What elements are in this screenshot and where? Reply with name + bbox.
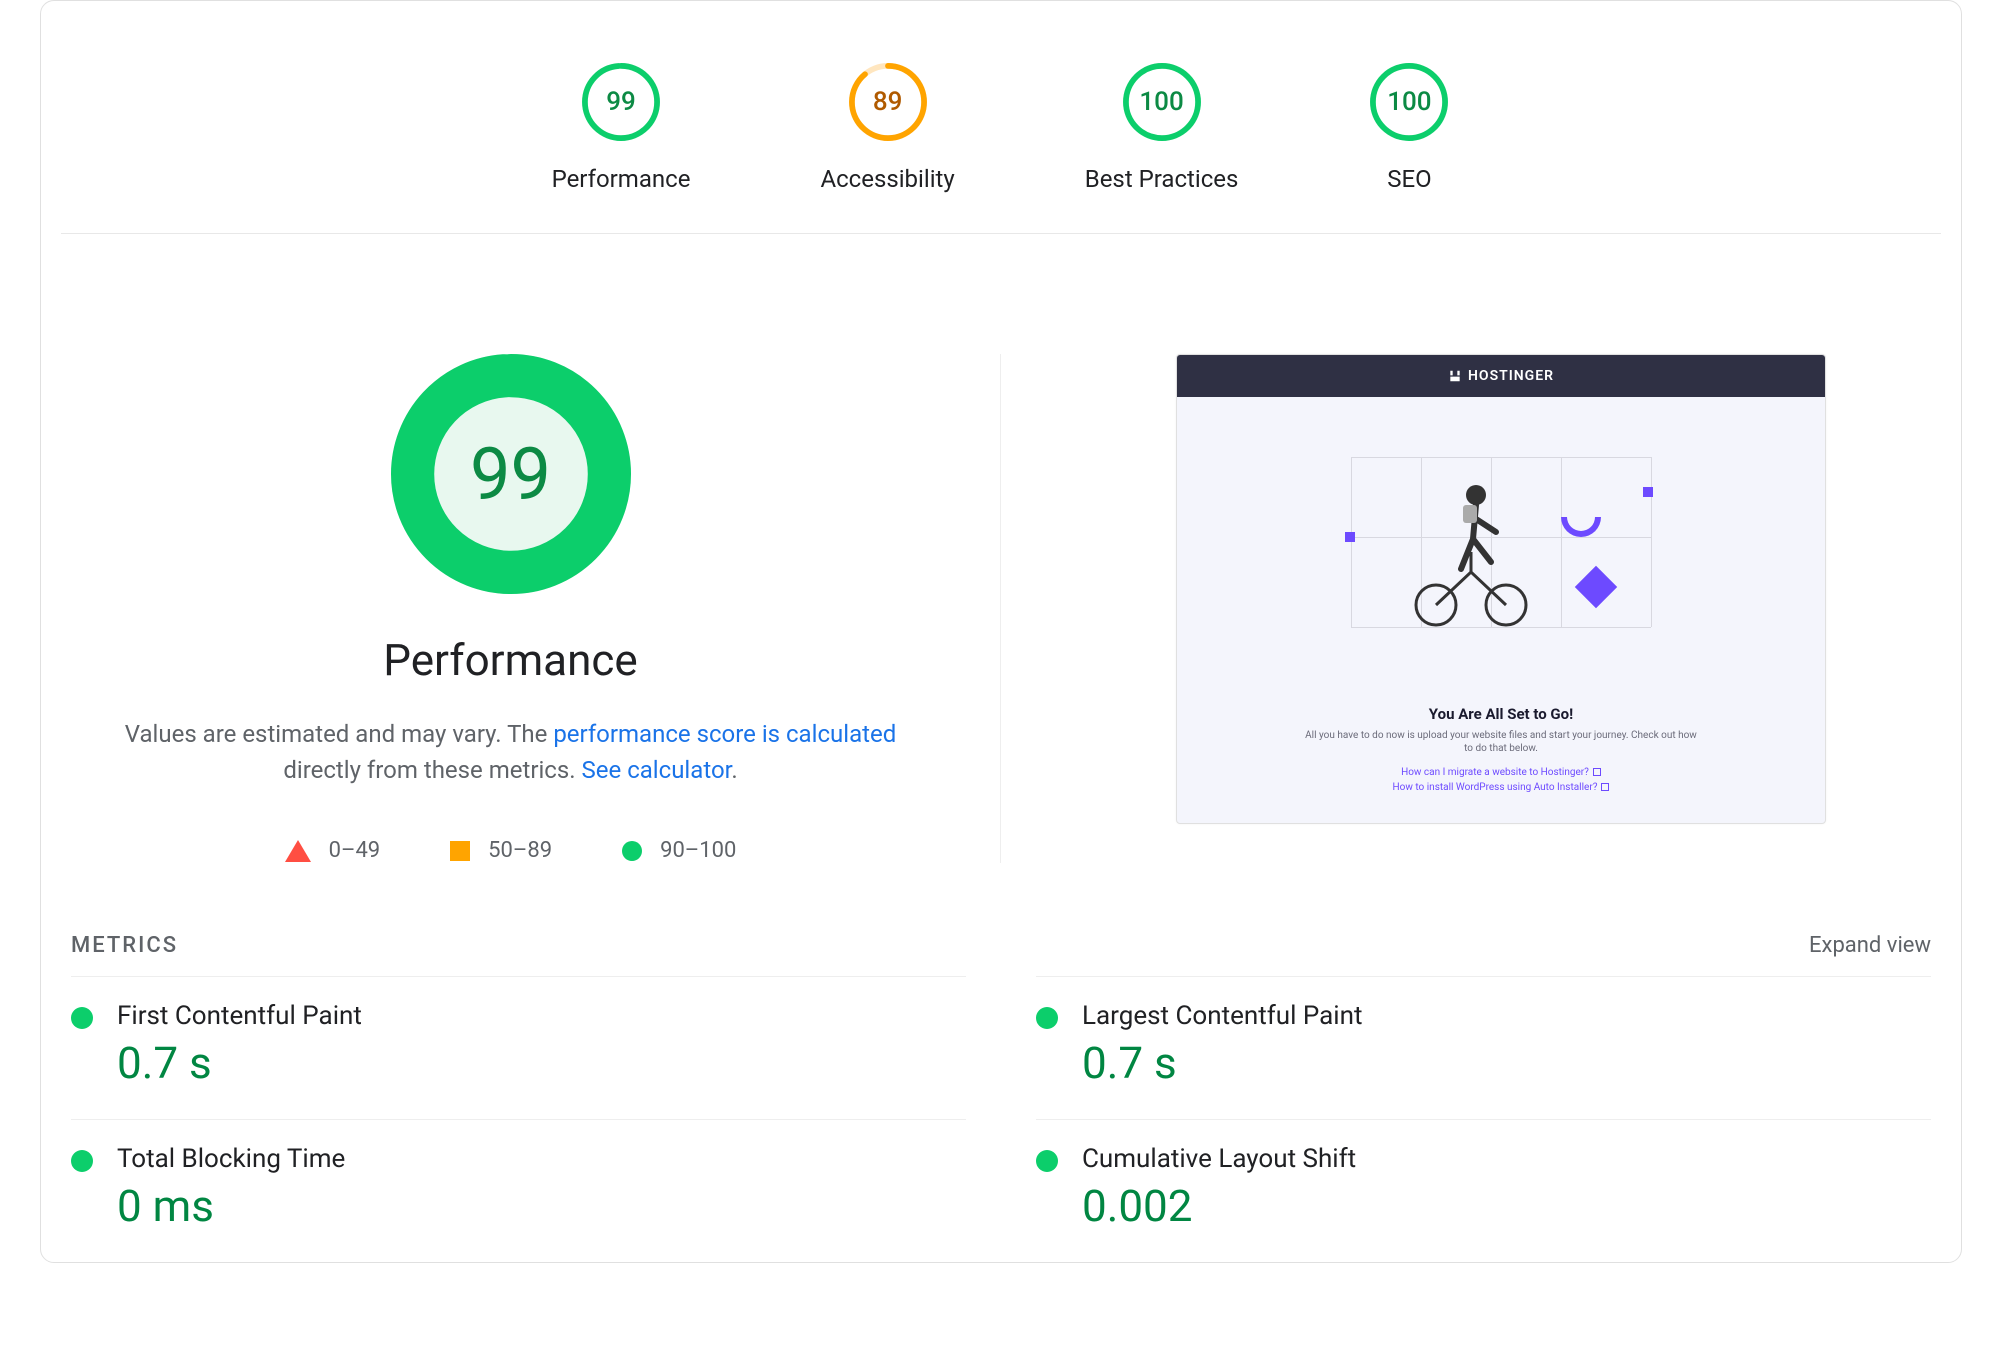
score-label: SEO — [1387, 165, 1431, 193]
metric-name: Cumulative Layout Shift — [1082, 1144, 1356, 1174]
detail-description: Values are estimated and may vary. The p… — [121, 716, 901, 788]
metric-value: 0.002 — [1082, 1180, 1356, 1232]
detail-title: Performance — [383, 634, 638, 686]
metrics-grid: First Contentful Paint 0.7 s Largest Con… — [41, 976, 1961, 1262]
detail-left: 99 Performance Values are estimated and … — [61, 354, 1001, 863]
gauge-value: 99 — [580, 61, 662, 143]
score-item-performance[interactable]: 99 Performance — [552, 61, 691, 193]
desc-text: Values are estimated and may vary. The — [125, 720, 554, 748]
gauge-seo: 100 — [1368, 61, 1450, 143]
score-item-best-practices[interactable]: 100 Best Practices — [1085, 61, 1239, 193]
pass-dot-icon — [1036, 1150, 1058, 1172]
category-detail-row: 99 Performance Values are estimated and … — [41, 234, 1961, 913]
square-icon — [450, 841, 470, 861]
legend-item-average: 50–89 — [450, 838, 552, 863]
legend-item-fail: 0–49 — [285, 838, 381, 863]
gauge-accessibility: 89 — [847, 61, 929, 143]
gauge-performance: 99 — [580, 61, 662, 143]
preview-illustration — [1351, 457, 1651, 627]
metrics-header: METRICS Expand view — [41, 913, 1961, 976]
preview-link-2: How to install WordPress using Auto Inst… — [1393, 782, 1610, 793]
external-link-icon — [1601, 783, 1609, 791]
gauge-large-performance: 99 — [391, 354, 631, 594]
see-calculator-link[interactable]: See calculator — [582, 756, 732, 784]
expand-view-toggle[interactable]: Expand view — [1809, 933, 1931, 958]
score-label: Performance — [552, 165, 691, 193]
gauge-value: 100 — [1368, 61, 1450, 143]
triangle-icon — [285, 840, 311, 862]
gauge-large-value: 99 — [391, 354, 631, 594]
metric-value: 0.7 s — [117, 1037, 362, 1089]
external-link-icon — [1593, 768, 1601, 776]
legend-range: 0–49 — [329, 838, 381, 863]
page-screenshot-preview: HOSTINGER — [1176, 354, 1826, 824]
legend-item-pass: 90–100 — [622, 838, 736, 863]
gauge-value: 100 — [1121, 61, 1203, 143]
biker-illustration-icon — [1401, 477, 1541, 627]
pass-dot-icon — [71, 1150, 93, 1172]
preview-header: HOSTINGER — [1177, 355, 1825, 397]
preview-headline: You Are All Set to Go! — [1429, 705, 1573, 723]
detail-right: HOSTINGER — [1001, 354, 1941, 863]
pass-dot-icon — [1036, 1007, 1058, 1029]
pass-dot-icon — [71, 1007, 93, 1029]
hostinger-logo-icon — [1448, 369, 1462, 383]
metric-value: 0 ms — [117, 1180, 345, 1232]
metric-fcp[interactable]: First Contentful Paint 0.7 s — [71, 976, 966, 1119]
score-label: Best Practices — [1085, 165, 1239, 193]
score-summary-row: 99 Performance 89 Accessibility 100 — [41, 1, 1961, 233]
preview-brand: HOSTINGER — [1468, 368, 1554, 384]
preview-subtext: All you have to do now is upload your we… — [1301, 729, 1701, 755]
desc-text: . — [731, 756, 737, 784]
metric-name: Total Blocking Time — [117, 1144, 345, 1174]
gauge-best-practices: 100 — [1121, 61, 1203, 143]
preview-link-1: How can I migrate a website to Hostinger… — [1401, 767, 1601, 778]
metric-cls[interactable]: Cumulative Layout Shift 0.002 — [1036, 1119, 1931, 1262]
score-label: Accessibility — [820, 165, 954, 193]
score-item-accessibility[interactable]: 89 Accessibility — [820, 61, 954, 193]
report-panel: 99 Performance 89 Accessibility 100 — [40, 0, 1962, 1263]
metrics-title: METRICS — [71, 933, 178, 958]
metric-name: First Contentful Paint — [117, 1001, 362, 1031]
preview-body: You Are All Set to Go! All you have to d… — [1177, 397, 1825, 823]
legend-range: 50–89 — [488, 838, 552, 863]
legend-range: 90–100 — [660, 838, 736, 863]
circle-icon — [622, 841, 642, 861]
gauge-value: 89 — [847, 61, 929, 143]
perf-score-calc-link[interactable]: performance score is calculated — [553, 720, 896, 748]
metric-name: Largest Contentful Paint — [1082, 1001, 1362, 1031]
metric-value: 0.7 s — [1082, 1037, 1362, 1089]
score-legend: 0–49 50–89 90–100 — [285, 838, 737, 863]
metric-tbt[interactable]: Total Blocking Time 0 ms — [71, 1119, 966, 1262]
metric-lcp[interactable]: Largest Contentful Paint 0.7 s — [1036, 976, 1931, 1119]
desc-text: directly from these metrics. — [283, 756, 581, 784]
score-item-seo[interactable]: 100 SEO — [1368, 61, 1450, 193]
